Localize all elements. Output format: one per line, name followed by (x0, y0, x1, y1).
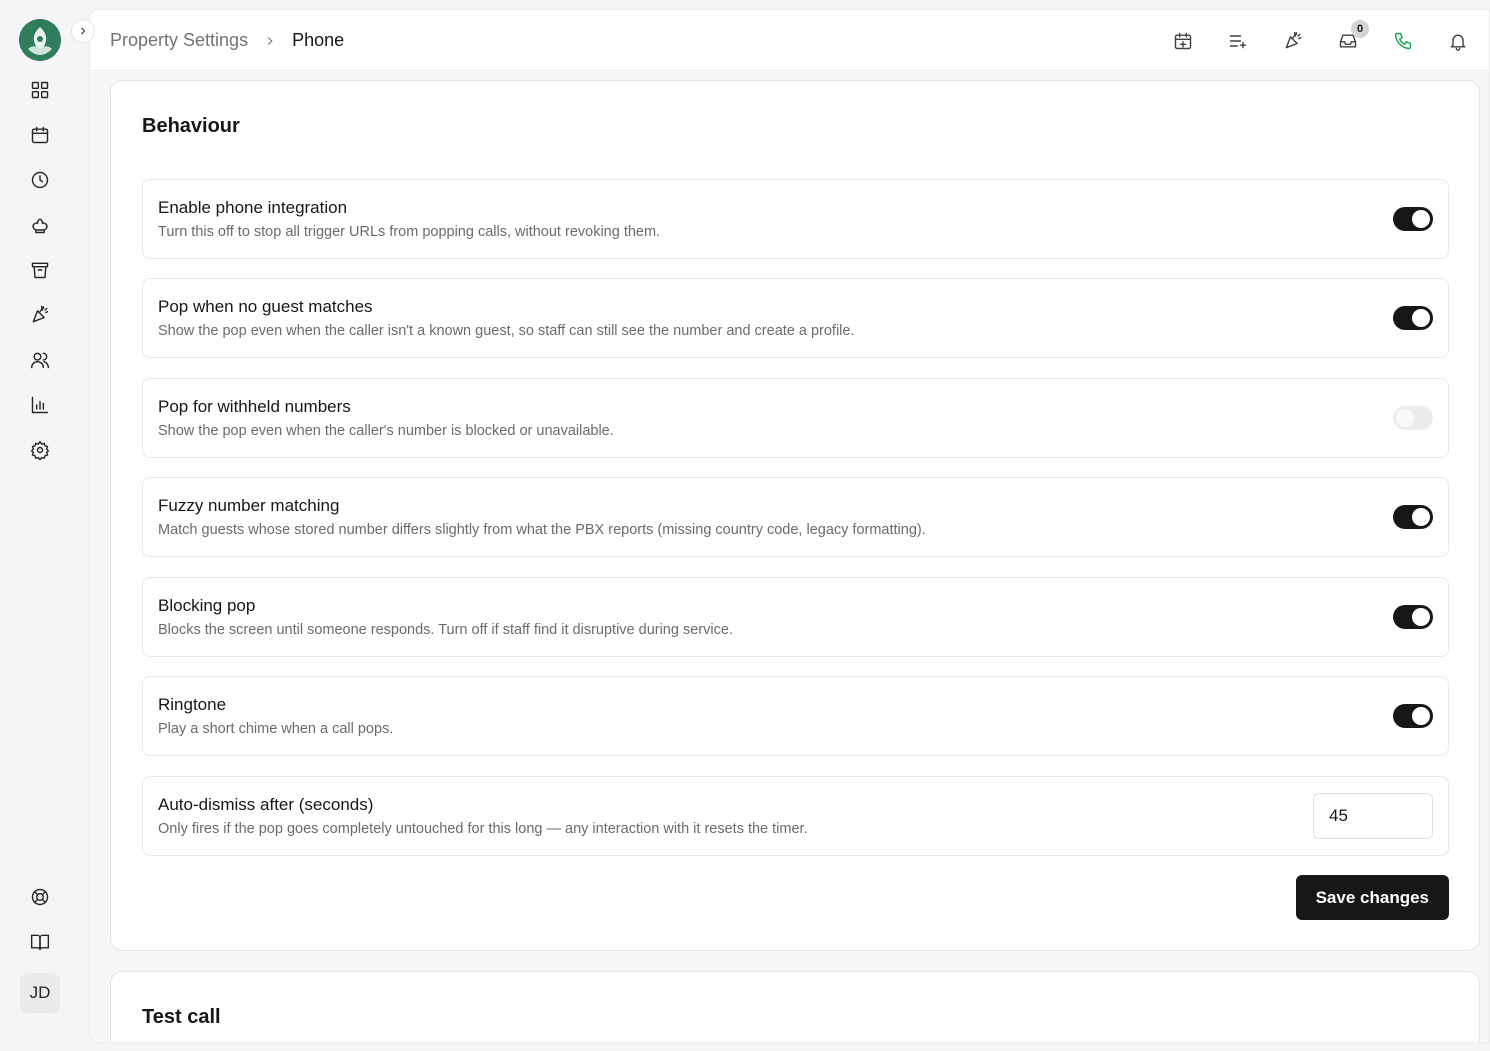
setting-description: Show the pop even when the caller's numb… (158, 423, 614, 439)
behaviour-card: Behaviour Enable phone integration Turn … (110, 80, 1480, 951)
test-call-title: Test call (142, 1006, 221, 1028)
chef-hat-icon[interactable] (28, 213, 52, 237)
setting-title: Pop for withheld numbers (158, 397, 351, 416)
lifebuoy-icon[interactable] (28, 885, 52, 909)
book-icon[interactable] (28, 930, 52, 954)
setting-description: Match guests whose stored number differs… (158, 522, 926, 538)
dashboard-icon[interactable] (28, 78, 52, 102)
inbox-icon[interactable]: 0 (1336, 20, 1369, 53)
breadcrumb-parent[interactable]: Property Settings (110, 30, 248, 51)
setting-title: Ringtone (158, 695, 227, 714)
behaviour-title: Behaviour (142, 115, 240, 137)
setting-row-withheld-numbers: Pop for withheld numbers Show the pop ev… (142, 378, 1449, 458)
party-popper-icon[interactable] (1281, 29, 1305, 53)
setting-row-fuzzy-matching: Fuzzy number matching Match guests whose… (142, 477, 1449, 557)
bell-icon[interactable] (1446, 29, 1470, 53)
blocking-pop-toggle[interactable] (1393, 605, 1433, 629)
phone-icon[interactable] (1391, 29, 1415, 53)
brand-logo[interactable] (19, 19, 61, 61)
setting-description: Show the pop even when the caller isn't … (158, 323, 855, 339)
clock-icon[interactable] (28, 168, 52, 192)
phone-integration-toggle[interactable] (1393, 207, 1433, 231)
setting-row-no-guest-match: Pop when no guest matches Show the pop e… (142, 278, 1449, 358)
save-changes-button[interactable]: Save changes (1295, 875, 1449, 920)
test-call-card: Test call (110, 971, 1480, 1042)
settings-icon[interactable] (28, 438, 52, 462)
avatar[interactable]: JD (20, 973, 60, 1013)
setting-title: Pop when no guest matches (158, 297, 373, 316)
setting-title: Auto-dismiss after (seconds) (158, 795, 374, 814)
setting-title: Fuzzy number matching (158, 496, 340, 515)
setting-row-auto-dismiss: Auto-dismiss after (seconds) Only fires … (142, 776, 1449, 856)
chevron-right-icon (263, 34, 277, 48)
content-area: Behaviour Enable phone integration Turn … (90, 72, 1489, 1042)
setting-description: Only fires if the pop goes completely un… (158, 821, 808, 837)
setting-row-ringtone: Ringtone Play a short chime when a call … (142, 676, 1449, 756)
setting-description: Blocks the screen until someone responds… (158, 622, 733, 638)
setting-row-blocking-pop: Blocking pop Blocks the screen until som… (142, 577, 1449, 657)
shopping-bag-icon[interactable] (28, 258, 52, 282)
setting-description: Turn this off to stop all trigger URLs f… (158, 224, 661, 240)
setting-description: Play a short chime when a call pops. (158, 721, 394, 737)
party-popper-icon[interactable] (28, 303, 52, 327)
withheld-numbers-toggle[interactable] (1393, 406, 1433, 430)
setting-title: Enable phone integration (158, 198, 348, 217)
no-guest-match-toggle[interactable] (1393, 306, 1433, 330)
avatar-initials: JD (29, 983, 51, 1002)
auto-dismiss-input[interactable] (1313, 793, 1433, 839)
bar-chart-icon[interactable] (28, 393, 52, 417)
breadcrumb: Property Settings Phone (110, 30, 344, 51)
users-icon[interactable] (28, 348, 52, 372)
main-panel: Property Settings Phone 0 Behaviour Enab… (89, 9, 1490, 1043)
setting-title: Blocking pop (158, 596, 256, 615)
setting-row-phone-integration: Enable phone integration Turn this off t… (142, 179, 1449, 259)
ringtone-toggle[interactable] (1393, 704, 1433, 728)
inbox-badge: 0 (1351, 20, 1369, 38)
topbar: Property Settings Phone 0 (90, 10, 1489, 71)
breadcrumb-current: Phone (292, 30, 345, 50)
calendar-icon[interactable] (28, 123, 52, 147)
list-plus-icon[interactable] (1226, 29, 1250, 53)
fuzzy-matching-toggle[interactable] (1393, 505, 1433, 529)
sidebar: JD (0, 0, 80, 1051)
sidebar-expand-button[interactable] (71, 19, 95, 43)
calendar-plus-icon[interactable] (1171, 29, 1195, 53)
chevron-right-icon (81, 27, 86, 35)
